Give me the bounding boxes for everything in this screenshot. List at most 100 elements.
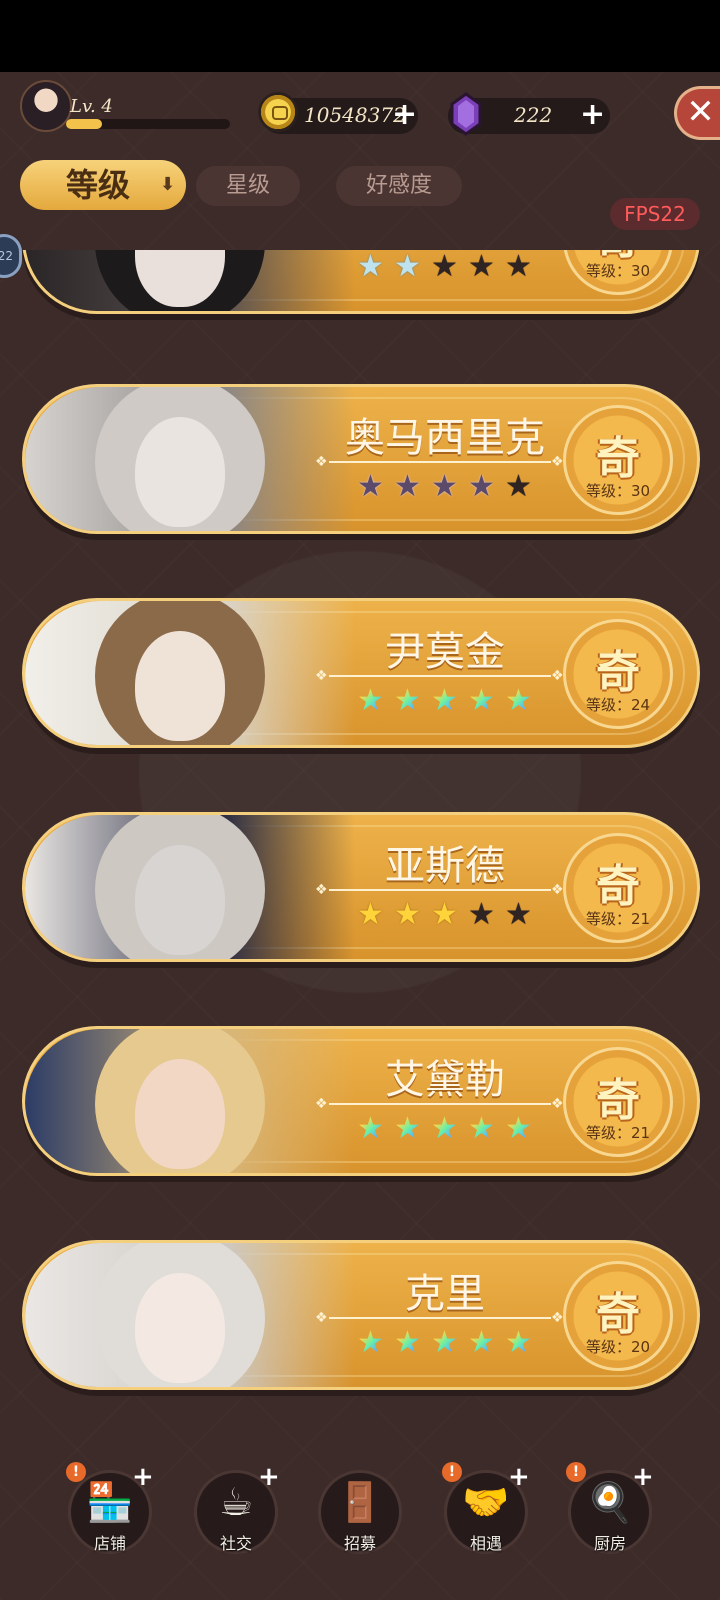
- star-icon: ★: [357, 469, 384, 504]
- name-ornament: ❖ ❖: [315, 1097, 565, 1111]
- name-ornament: ❖ ❖: [315, 669, 565, 683]
- add-gems-button[interactable]: +: [580, 100, 605, 130]
- star-icon: ★: [468, 1111, 495, 1146]
- rank-medallion: 奇 等级：24: [563, 619, 673, 729]
- player-level: Lv. 4: [70, 96, 113, 117]
- character-portrait: [25, 250, 355, 311]
- rank-grade: 奇: [596, 433, 640, 484]
- character-card[interactable]: ❖ ❖ ★★★★★ 奇 等级：30: [22, 250, 700, 314]
- nav-button-frying-pan[interactable]: 🍳 厨房 + !: [562, 1462, 658, 1570]
- tab-affection[interactable]: 好感度: [336, 166, 462, 206]
- name-ornament: ❖ ❖: [315, 883, 565, 897]
- star-icon: ★: [394, 683, 421, 718]
- character-card[interactable]: 尹莫金 ❖ ❖ ★ ★ ★ ★ ★ 奇 等级：24: [22, 598, 700, 748]
- ornament-line: [329, 889, 551, 891]
- star-icon: ★: [394, 250, 421, 284]
- star-icon: ★: [357, 1325, 384, 1360]
- alert-icon: !: [66, 1462, 86, 1482]
- alert-icon: !: [566, 1462, 586, 1482]
- ornament-line: [329, 461, 551, 463]
- tab-star[interactable]: 星级: [196, 166, 300, 206]
- star-icon: ★: [505, 250, 532, 284]
- nav-label: 相遇: [469, 1534, 502, 1553]
- star-icon: ★: [505, 1325, 532, 1360]
- character-level: 等级：24: [585, 696, 651, 714]
- rank-medallion: 奇 等级：21: [563, 1047, 673, 1157]
- star-rating: ★ ★ ★ ★ ★: [357, 250, 532, 284]
- star-icon: ★: [357, 250, 384, 284]
- nav-label: 社交: [219, 1534, 252, 1553]
- nav-label: 店铺: [93, 1534, 126, 1553]
- character-card[interactable]: 艾黛勒 ❖ ❖ ★ ★ ★ ★ ★ 奇 等级：21: [22, 1026, 700, 1176]
- plus-icon: +: [258, 1462, 280, 1492]
- status-bar: [0, 0, 720, 72]
- character-portrait: [25, 815, 355, 959]
- plus-icon: +: [508, 1462, 530, 1492]
- level-progress-bar: [66, 119, 230, 129]
- star-icon: ★: [394, 897, 421, 932]
- tab-level[interactable]: 等级 ⬇: [20, 160, 186, 210]
- gem-count: 222: [514, 103, 553, 127]
- portrait-face: [135, 631, 225, 741]
- rank-grade: 奇: [596, 1075, 640, 1126]
- portrait-face: [135, 1273, 225, 1383]
- star-icon: ★: [468, 683, 495, 718]
- close-button[interactable]: ✕: [674, 86, 720, 140]
- level-progress-fill: [66, 119, 103, 129]
- character-level: 等级：30: [585, 482, 651, 500]
- name-ornament: ❖ ❖: [315, 1311, 565, 1325]
- alert-icon: !: [442, 1462, 462, 1482]
- plus-icon: +: [132, 1462, 154, 1492]
- star-icon: ★: [357, 683, 384, 718]
- name-ornament: ❖ ❖: [315, 455, 565, 469]
- character-level: 等级：21: [585, 1124, 651, 1142]
- star-rating: ★ ★ ★ ★ ★: [357, 683, 532, 718]
- rank-medallion: 奇 等级：21: [563, 833, 673, 943]
- star-icon: ★: [394, 1111, 421, 1146]
- star-rating: ★ ★ ★ ★ ★: [357, 1325, 532, 1360]
- tab-level-label: 等级: [66, 166, 131, 204]
- fps-counter: FPS22: [610, 198, 700, 230]
- nav-label: 招募: [343, 1534, 376, 1553]
- coin-icon: [258, 92, 298, 132]
- nav-button-door[interactable]: 🚪 招募: [312, 1470, 408, 1570]
- character-card[interactable]: 奥马西里克 ❖ ❖ ★ ★ ★ ★ ★ 奇 等级：30: [22, 384, 700, 534]
- character-level: 等级：21: [585, 910, 651, 928]
- character-card[interactable]: 亚斯德 ❖ ❖ ★ ★ ★ ★ ★ 奇 等级：21: [22, 812, 700, 962]
- ornament-line: [329, 1103, 551, 1105]
- ornament-left-icon: ❖: [315, 454, 328, 470]
- add-coins-button[interactable]: +: [392, 100, 417, 130]
- player-avatar[interactable]: [20, 80, 72, 132]
- character-portrait: [25, 1029, 355, 1173]
- nav-label: 厨房: [593, 1534, 626, 1553]
- ornament-left-icon: ❖: [315, 1310, 328, 1326]
- portrait-face: [135, 417, 225, 527]
- star-icon: ★: [394, 469, 421, 504]
- ornament-left-icon: ❖: [315, 668, 328, 684]
- star-icon: ★: [505, 469, 532, 504]
- star-icon: ★: [431, 897, 458, 932]
- portrait-face: [135, 1059, 225, 1169]
- ornament-line: [329, 675, 551, 677]
- ornament-left-icon: ❖: [315, 1096, 328, 1112]
- nav-button-handshake[interactable]: 🤝 相遇 + !: [438, 1462, 534, 1570]
- star-icon: ★: [357, 897, 384, 932]
- star-icon: ★: [468, 469, 495, 504]
- star-icon: ★: [468, 897, 495, 932]
- character-card[interactable]: 克里 ❖ ❖ ★ ★ ★ ★ ★ 奇 等级：20: [22, 1240, 700, 1390]
- rank-medallion: 奇 等级：20: [563, 1261, 673, 1371]
- character-list[interactable]: ❖ ❖ ★★★★★ 奇 等级：30 奥马西里克 ❖ ❖ ★★★★★ 奇 等级：3…: [0, 250, 720, 1410]
- star-rating: ★ ★ ★ ★ ★: [357, 897, 532, 932]
- star-icon: ★: [468, 250, 495, 284]
- plus-icon: +: [632, 1462, 654, 1492]
- nav-button-shop[interactable]: 🏪 店铺 + !: [62, 1462, 158, 1570]
- star-icon: ★: [505, 683, 532, 718]
- nav-button-coffee-cup[interactable]: ☕ 社交 +: [188, 1462, 284, 1570]
- star-icon: ★: [468, 1325, 495, 1360]
- star-icon: ★: [505, 1111, 532, 1146]
- star-icon: ★: [431, 1325, 458, 1360]
- rank-grade: 奇: [596, 647, 640, 698]
- character-level: 等级：30: [585, 262, 651, 280]
- rank-grade: 奇: [596, 1289, 640, 1340]
- character-portrait: [25, 387, 355, 531]
